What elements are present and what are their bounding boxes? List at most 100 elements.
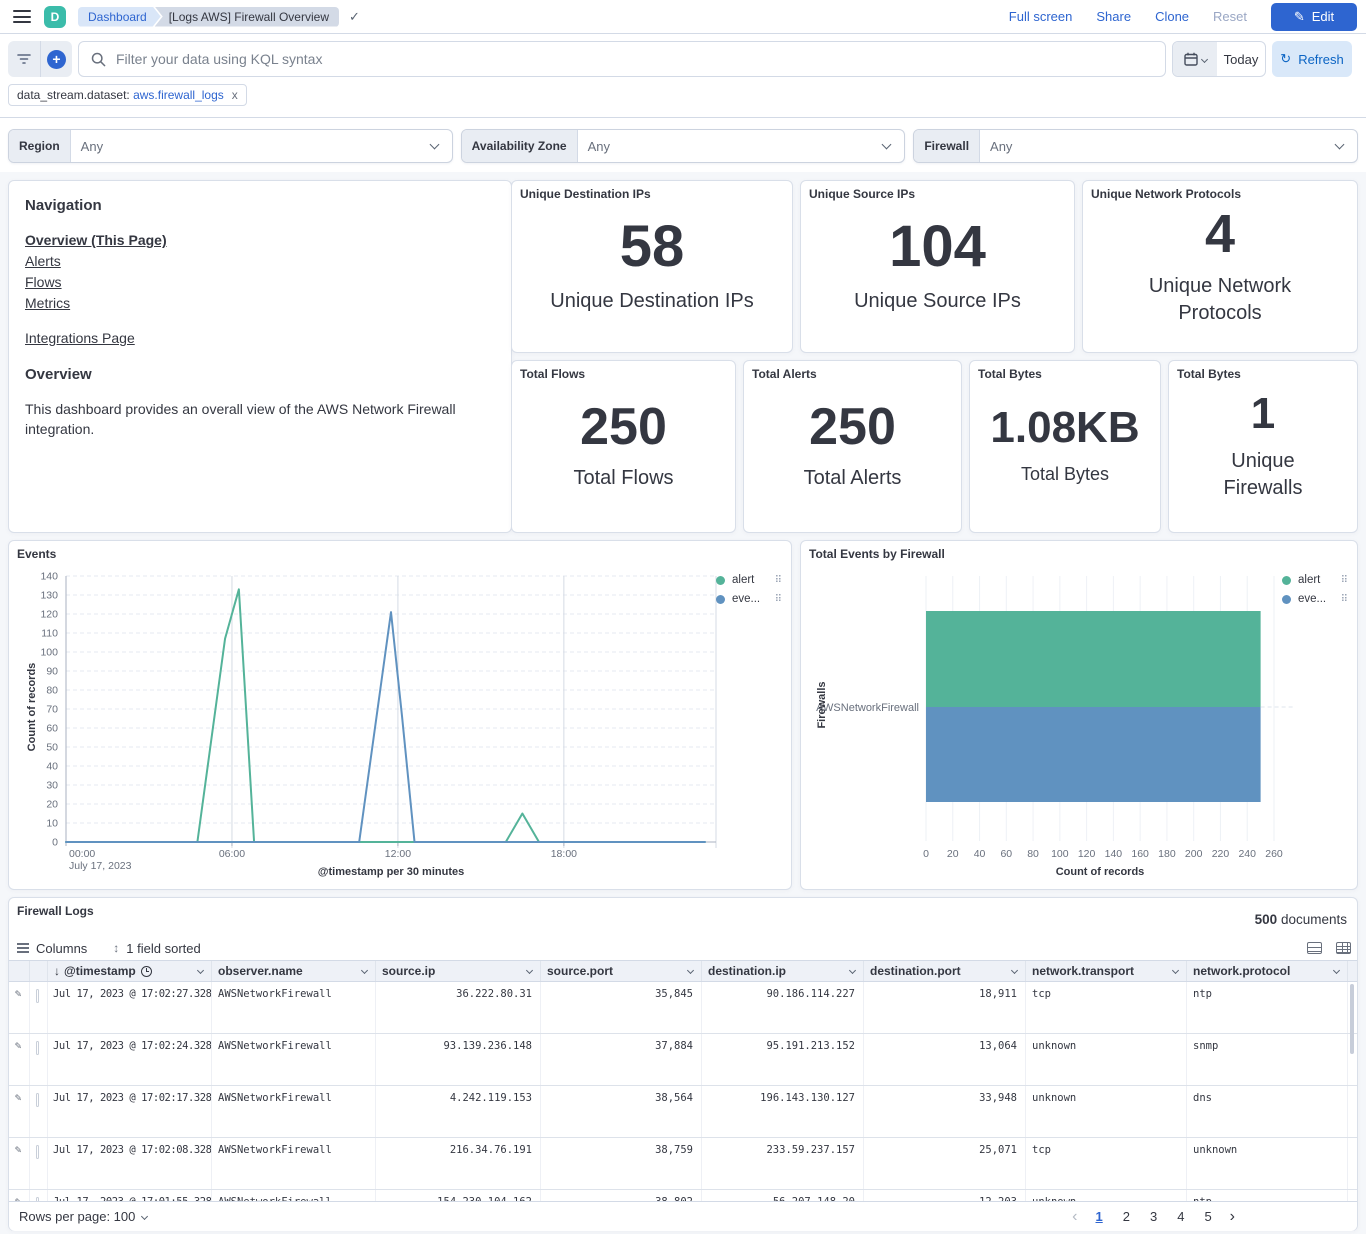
- availability-zone-control[interactable]: Availability Zone Any: [461, 129, 906, 163]
- menu-icon[interactable]: [13, 10, 31, 23]
- display-options-icon[interactable]: [1307, 942, 1322, 954]
- row-checkbox-cell: [30, 982, 48, 1033]
- column-header-sourceip[interactable]: source.ip: [376, 961, 541, 981]
- query-bar: + Today ↻ Refresh: [0, 41, 1366, 77]
- refresh-icon: ↻: [1280, 51, 1291, 67]
- full-screen-button[interactable]: Full screen: [1009, 9, 1073, 24]
- firewall-control-value: Any: [980, 139, 1336, 154]
- legend-item-event[interactable]: eve... ⠿: [1282, 593, 1348, 605]
- column-header-observername[interactable]: observer.name: [212, 961, 376, 981]
- next-page-button[interactable]: ›: [1226, 1208, 1239, 1226]
- page-button-5[interactable]: 5: [1198, 1208, 1217, 1225]
- columns-button[interactable]: Columns: [17, 941, 87, 956]
- column-header-destinationport[interactable]: destination.port: [864, 961, 1026, 981]
- page-button-3[interactable]: 3: [1144, 1208, 1163, 1225]
- clone-button[interactable]: Clone: [1155, 9, 1189, 24]
- add-filter-button[interactable]: +: [40, 41, 72, 77]
- expand-row-icon[interactable]: ✎: [9, 982, 30, 1033]
- svg-text:80: 80: [1027, 848, 1039, 860]
- legend-handle-icon[interactable]: ⠿: [775, 575, 782, 586]
- cell-destinationip: 196.143.130.127: [702, 1086, 864, 1137]
- rows-per-page-button[interactable]: Rows per page: 100: [19, 1209, 147, 1224]
- date-range-button[interactable]: Today: [1217, 42, 1265, 76]
- svg-text:50: 50: [46, 742, 58, 754]
- panel-title: Unique Network Protocols: [1091, 187, 1241, 201]
- legend-dot: [716, 576, 725, 585]
- grid-density-icon[interactable]: [1336, 942, 1351, 954]
- expand-row-icon[interactable]: ✎: [9, 1190, 30, 1201]
- legend-item-alert[interactable]: alert ⠿: [1282, 574, 1348, 586]
- cell-destinationport: 13,064: [864, 1034, 1026, 1085]
- svg-text:200: 200: [1185, 848, 1203, 860]
- page-button-4[interactable]: 4: [1171, 1208, 1190, 1225]
- kql-search-input[interactable]: [116, 51, 1153, 67]
- nav-link-metrics[interactable]: Metrics: [25, 295, 495, 311]
- svg-text:160: 160: [1131, 848, 1149, 860]
- nav-link-integrations[interactable]: Integrations Page: [25, 330, 495, 346]
- panel-title: Events: [17, 547, 56, 561]
- legend-handle-icon[interactable]: ⠿: [1341, 575, 1348, 586]
- filter-pill-datastream[interactable]: data_stream.dataset: aws.firewall_logs x: [8, 84, 247, 106]
- region-control[interactable]: Region Any: [8, 129, 453, 163]
- reset-button[interactable]: Reset: [1213, 9, 1247, 24]
- availability-zone-control-value: Any: [578, 139, 884, 154]
- legend-item-alert[interactable]: alert ⠿: [716, 574, 782, 586]
- row-checkbox[interactable]: [36, 1041, 39, 1055]
- svg-text:180: 180: [1158, 848, 1176, 860]
- breadcrumb-dashboard[interactable]: Dashboard: [78, 7, 161, 27]
- row-checkbox[interactable]: [36, 989, 39, 1003]
- column-header-sourceport[interactable]: source.port: [541, 961, 702, 981]
- cell-destinationport: 25,071: [864, 1138, 1026, 1189]
- chevron-down-icon: [526, 966, 533, 973]
- row-checkbox[interactable]: [36, 1093, 39, 1107]
- cell-sourceip: 154.230.104.162: [376, 1190, 541, 1201]
- nav-link-flows[interactable]: Flows: [25, 274, 495, 290]
- plus-icon: +: [47, 50, 66, 69]
- events-bar-chart[interactable]: 020406080100120140160180200220240260AWSN…: [801, 541, 1357, 889]
- svg-text:00:00: 00:00: [69, 848, 95, 860]
- cell-networkprotocol: ntp: [1187, 1190, 1348, 1201]
- chevron-down-icon: [1333, 966, 1340, 973]
- edit-button[interactable]: ✎ Edit: [1271, 3, 1357, 31]
- legend-item-event[interactable]: eve... ⠿: [716, 593, 782, 605]
- cell-sourceip: 93.139.236.148: [376, 1034, 541, 1085]
- svg-text:90: 90: [46, 666, 58, 678]
- nav-link-overview[interactable]: Overview (This Page): [25, 232, 495, 248]
- sort-fields-button[interactable]: ↕ 1 field sorted: [113, 941, 200, 956]
- column-header-timestamp[interactable]: ↓@timestamp: [48, 961, 212, 981]
- row-checkbox[interactable]: [36, 1145, 39, 1159]
- column-header-destinationip[interactable]: destination.ip: [702, 961, 864, 981]
- overview-heading: Overview: [25, 366, 495, 383]
- legend-handle-icon[interactable]: ⠿: [775, 594, 782, 605]
- legend-handle-icon[interactable]: ⠿: [1341, 594, 1348, 605]
- panel-title: Unique Source IPs: [809, 187, 915, 201]
- cell-observername: AWSNetworkFirewall: [212, 1190, 376, 1201]
- expand-row-icon[interactable]: ✎: [9, 1086, 30, 1137]
- nav-link-alerts[interactable]: Alerts: [25, 253, 495, 269]
- column-header-networktransport[interactable]: network.transport: [1026, 961, 1187, 981]
- cell-observername: AWSNetworkFirewall: [212, 1138, 376, 1189]
- vertical-scrollbar[interactable]: [1350, 984, 1354, 1054]
- share-button[interactable]: Share: [1096, 9, 1131, 24]
- prev-page-button[interactable]: ‹: [1068, 1208, 1081, 1226]
- metric-label: Unique Destination IPs: [550, 288, 753, 315]
- expand-row-icon[interactable]: ✎: [9, 1138, 30, 1189]
- divider: [0, 117, 1366, 118]
- space-avatar[interactable]: D: [44, 6, 66, 28]
- page-button-2[interactable]: 2: [1117, 1208, 1136, 1225]
- filter-menu-button[interactable]: [8, 41, 40, 77]
- filter-controls-group: +: [8, 41, 72, 77]
- remove-filter-icon[interactable]: x: [232, 88, 238, 102]
- column-header-networkprotocol[interactable]: network.protocol: [1187, 961, 1348, 981]
- firewall-logs-panel: Firewall Logs 500 documents Columns ↕ 1 …: [8, 897, 1358, 1231]
- date-picker-menu-button[interactable]: [1173, 42, 1217, 76]
- refresh-button[interactable]: ↻ Refresh: [1272, 41, 1352, 77]
- cell-networktransport: unknown: [1026, 1086, 1187, 1137]
- svg-text:100: 100: [1051, 848, 1069, 860]
- firewall-control[interactable]: Firewall Any: [913, 129, 1358, 163]
- breadcrumb-page-title[interactable]: [Logs AWS] Firewall Overview: [155, 7, 339, 27]
- events-line-chart[interactable]: 010203040506070809010011012013014000:00J…: [9, 541, 791, 889]
- page-button-1[interactable]: 1: [1090, 1208, 1109, 1225]
- panel-title: Total Alerts: [752, 367, 817, 381]
- expand-row-icon[interactable]: ✎: [9, 1034, 30, 1085]
